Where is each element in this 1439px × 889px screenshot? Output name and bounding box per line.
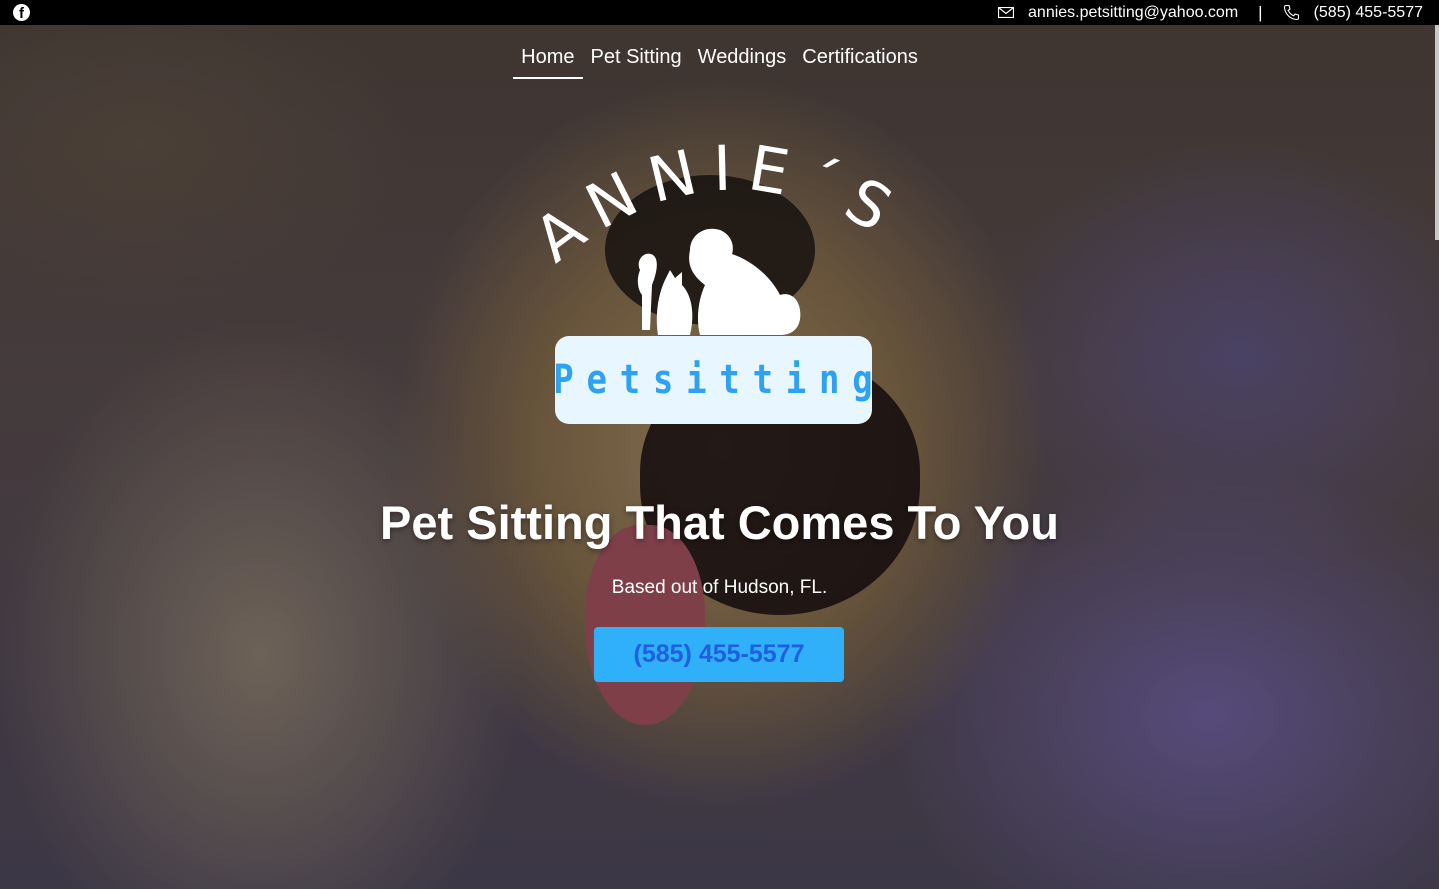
nav-item-certifications[interactable]: Certifications: [794, 46, 926, 79]
contact-separator: |: [1258, 2, 1263, 22]
phone-icon: [1283, 4, 1299, 21]
nav-item-weddings[interactable]: Weddings: [690, 46, 795, 79]
hero-subtext: Based out of Hudson, FL.: [611, 577, 828, 598]
logo-petsitting-text: Petsitting: [553, 357, 886, 403]
phone-link[interactable]: (585) 455-5577: [1314, 4, 1423, 22]
logo-animals-icon: [637, 228, 801, 335]
contact-info: annies.petsitting@yahoo.com | (585) 455-…: [998, 0, 1423, 25]
facebook-icon[interactable]: f: [13, 4, 30, 21]
main-nav: Home Pet Sitting Weddings Certifications: [0, 46, 1439, 79]
top-contact-bar: f annies.petsitting@yahoo.com | (585) 45…: [0, 0, 1439, 25]
hero-headline: Pet Sitting That Comes To You: [380, 496, 1059, 549]
mail-icon: [998, 7, 1015, 18]
nav-item-pet-sitting[interactable]: Pet Sitting: [583, 46, 690, 79]
scrollbar[interactable]: [1435, 25, 1439, 240]
nav-item-home[interactable]: Home: [513, 46, 583, 79]
logo-petsitting-box: Petsitting: [553, 336, 873, 424]
call-button[interactable]: (585) 455-5577: [594, 627, 844, 682]
email-link[interactable]: annies.petsitting@yahoo.com: [1028, 4, 1238, 22]
